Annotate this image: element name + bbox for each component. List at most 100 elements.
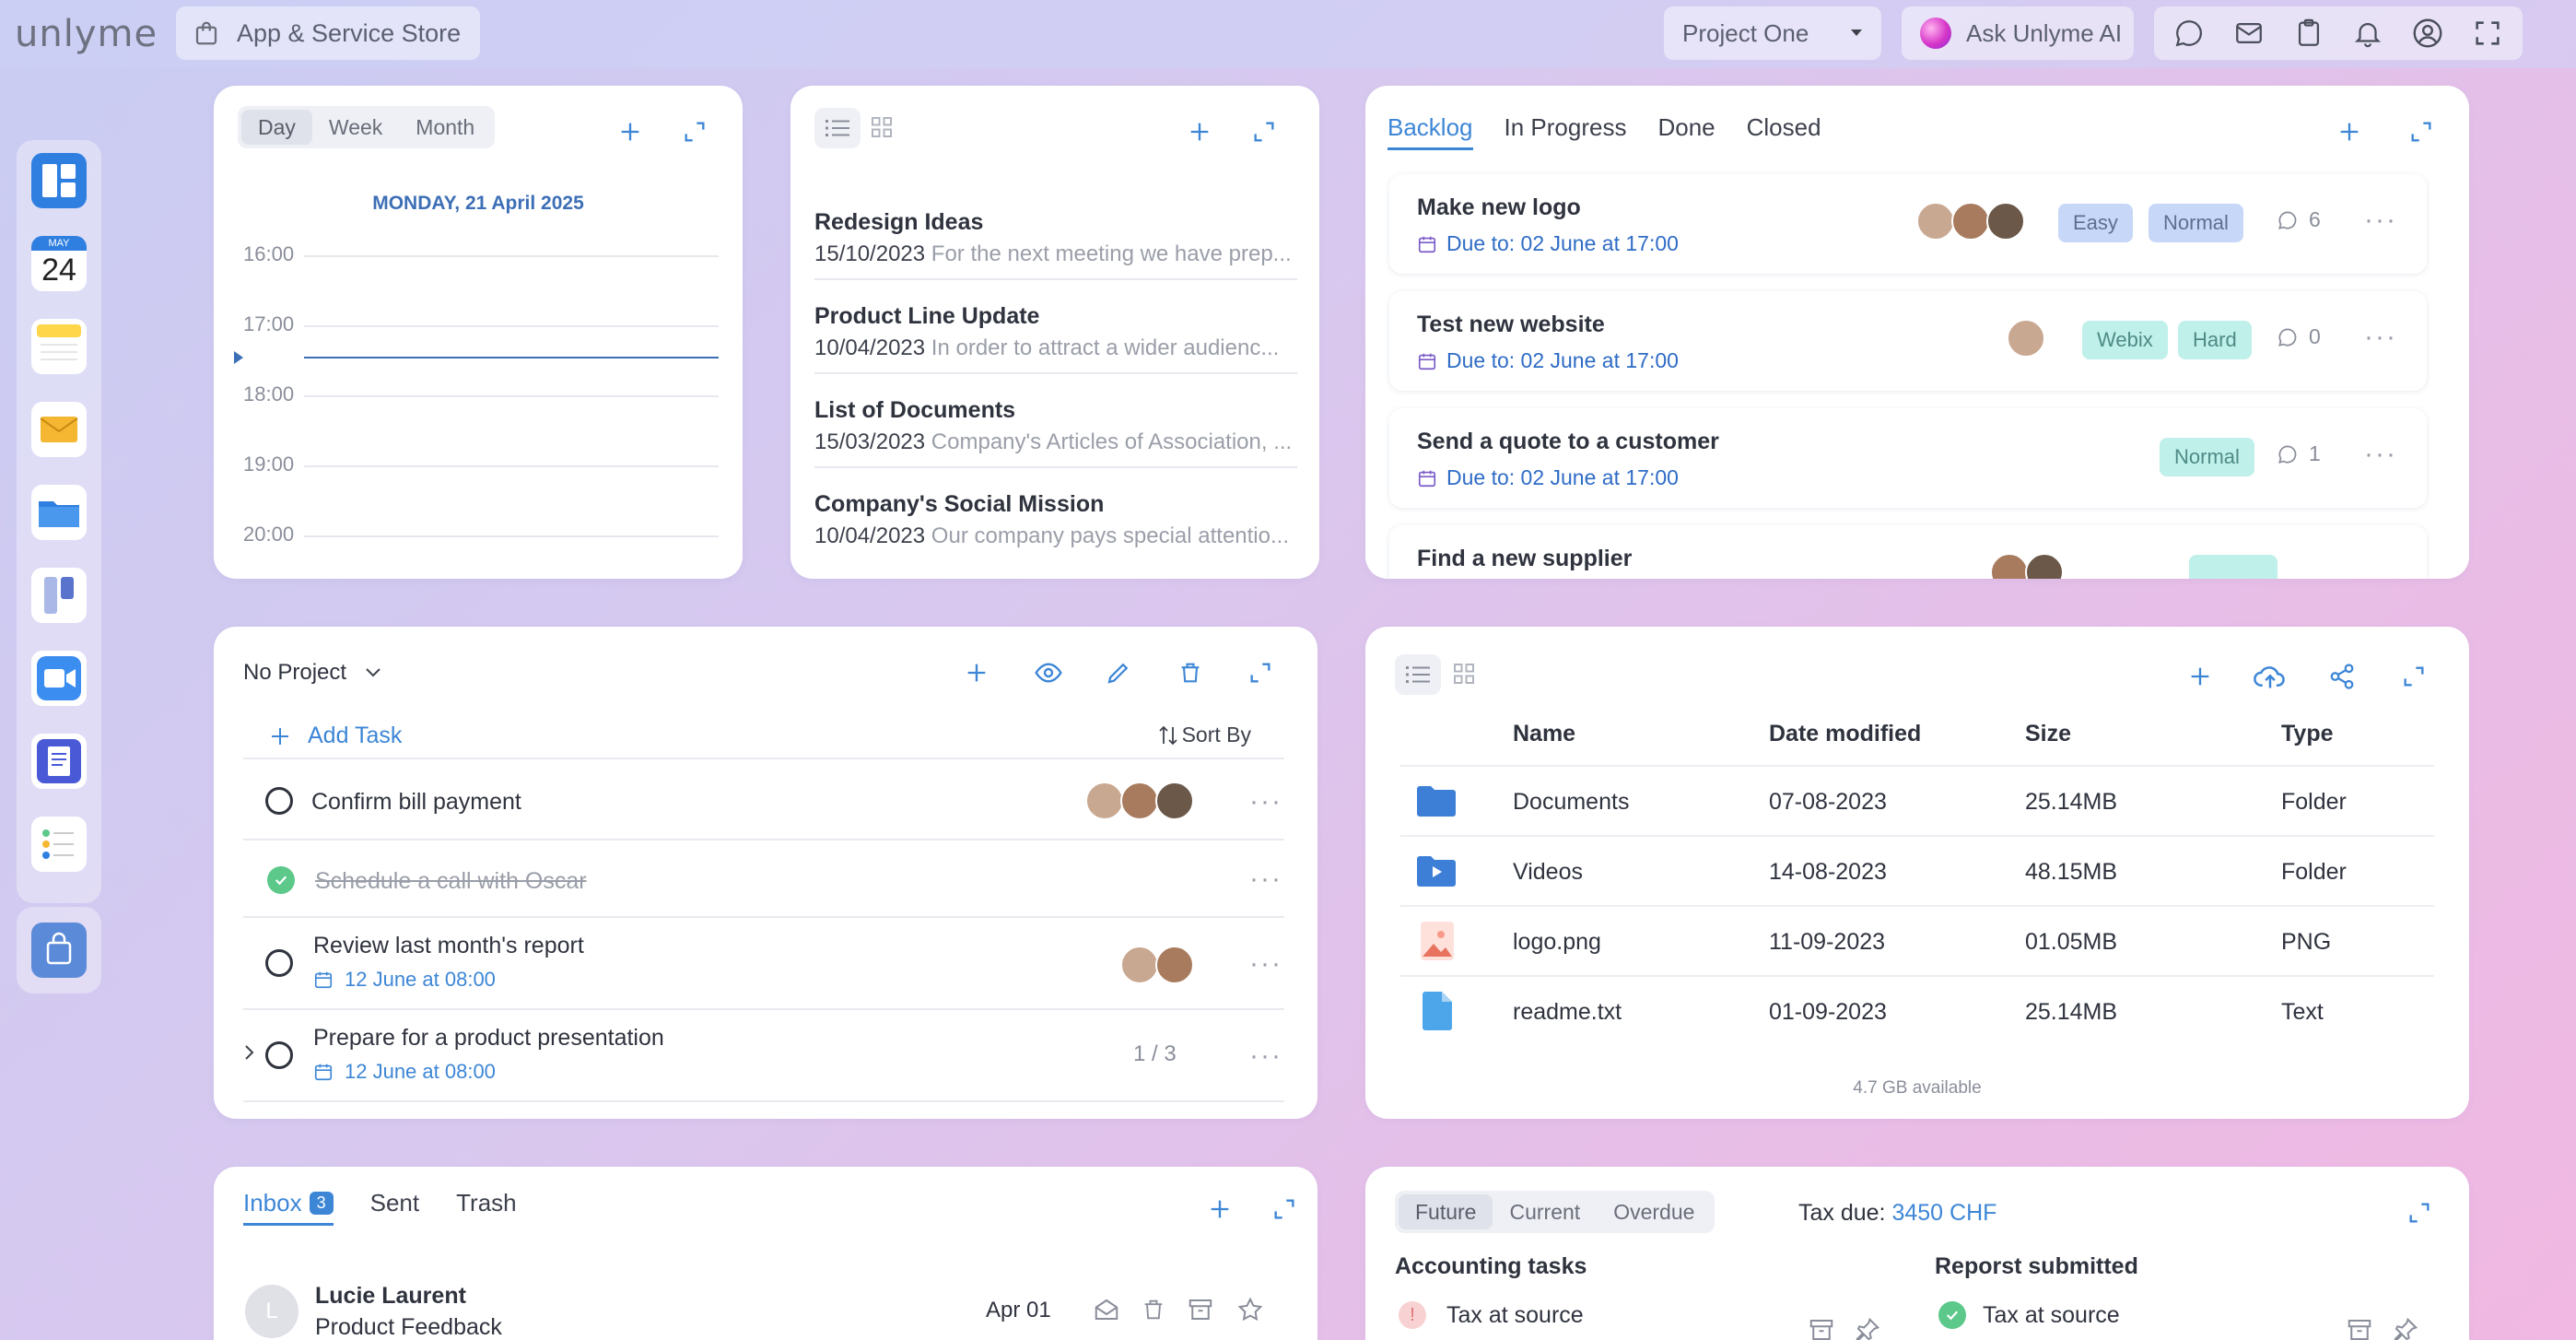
compose-button[interactable] — [1201, 1191, 1238, 1228]
grid-view-icon[interactable] — [868, 113, 896, 141]
view-month-tab[interactable]: Month — [399, 110, 491, 145]
share-icon[interactable] — [2324, 658, 2360, 695]
add-file-button[interactable] — [2182, 658, 2219, 695]
add-task-button[interactable]: Add Task — [269, 723, 402, 749]
file-row[interactable]: logo.png 11-09-2023 01.05MB PNG — [1400, 905, 2434, 975]
tab-current[interactable]: Current — [1493, 1194, 1597, 1229]
file-row[interactable]: Documents 07-08-2023 25.14MB Folder — [1400, 765, 2434, 835]
grid-view-icon[interactable] — [1450, 660, 1478, 688]
more-options-icon[interactable]: ··· — [2364, 441, 2397, 468]
note-item[interactable]: Company's Social Mission 10/04/2023 Our … — [814, 491, 1297, 549]
files-app-icon[interactable] — [31, 485, 87, 540]
task-done-check-icon[interactable] — [267, 866, 295, 894]
task-checkbox[interactable] — [265, 949, 293, 977]
view-day-tab[interactable]: Day — [241, 110, 312, 145]
more-options-icon[interactable]: ··· — [1249, 1042, 1282, 1070]
expand-icon[interactable] — [2401, 1194, 2438, 1231]
comment-count[interactable]: 1 — [2276, 441, 2321, 466]
tab-inbox[interactable]: Inbox 3 — [243, 1189, 334, 1226]
notes-app-icon[interactable] — [31, 319, 87, 374]
add-note-button[interactable] — [1181, 113, 1218, 150]
list-view-icon[interactable] — [1395, 654, 1441, 695]
task-item[interactable]: Prepare for a product presentation 12 Ju… — [243, 1010, 1284, 1102]
clipboard-icon[interactable] — [2290, 15, 2327, 52]
tasks-app-icon[interactable] — [31, 817, 87, 872]
column-date-modified[interactable]: Date modified — [1769, 721, 1921, 747]
archive-icon[interactable] — [1187, 1296, 1214, 1323]
tab-trash[interactable]: Trash — [456, 1189, 517, 1226]
report-item[interactable]: Tax at source — [1938, 1301, 2120, 1329]
trash-icon[interactable] — [1141, 1296, 1166, 1323]
view-week-tab[interactable]: Week — [312, 110, 399, 145]
comment-count[interactable]: 6 — [2276, 207, 2321, 232]
note-item[interactable]: List of Documents 15/03/2023 Company's A… — [814, 397, 1297, 468]
chevron-right-icon[interactable] — [243, 1043, 256, 1062]
list-view-icon[interactable] — [814, 108, 861, 148]
column-size[interactable]: Size — [2025, 721, 2071, 747]
task-item[interactable]: Confirm bill payment ··· — [243, 761, 1284, 840]
pin-icon[interactable] — [2392, 1316, 2419, 1340]
more-options-icon[interactable]: ··· — [1249, 865, 1282, 893]
add-event-button[interactable] — [612, 113, 649, 150]
column-name[interactable]: Name — [1513, 721, 1575, 747]
task-item[interactable]: Review last month's report 12 June at 08… — [243, 918, 1284, 1010]
expand-icon[interactable] — [1246, 113, 1282, 150]
expand-icon[interactable] — [2403, 113, 2440, 150]
trash-icon[interactable] — [1172, 654, 1209, 691]
project-filter[interactable]: No Project — [243, 660, 381, 686]
file-row[interactable]: Videos 14-08-2023 48.15MB Folder — [1400, 835, 2434, 905]
project-select[interactable]: Project One — [1664, 6, 1881, 60]
store-app-icon[interactable] — [31, 923, 87, 978]
tab-future[interactable]: Future — [1399, 1194, 1493, 1229]
tab-backlog[interactable]: Backlog — [1388, 113, 1473, 150]
tab-closed[interactable]: Closed — [1747, 113, 1821, 150]
archive-icon[interactable] — [2346, 1316, 2373, 1340]
expand-icon[interactable] — [2395, 658, 2432, 695]
expand-icon[interactable] — [1242, 654, 1279, 691]
kanban-card[interactable]: Send a quote to a customer Due to: 02 Ju… — [1389, 408, 2427, 508]
more-options-icon[interactable]: ··· — [1249, 788, 1282, 816]
more-options-icon[interactable]: ··· — [2364, 206, 2397, 234]
open-mail-icon[interactable] — [1093, 1296, 1120, 1323]
fullscreen-icon[interactable] — [2469, 15, 2506, 52]
file-row[interactable]: readme.txt 01-09-2023 25.14MB Text — [1400, 975, 2434, 1045]
add-task-icon[interactable] — [958, 654, 995, 691]
bell-icon[interactable] — [2349, 15, 2386, 52]
calendar-app-icon[interactable]: MAY 24 — [31, 236, 87, 291]
tab-sent[interactable]: Sent — [370, 1189, 420, 1226]
note-item[interactable]: Redesign Ideas 15/10/2023 For the next m… — [814, 209, 1297, 280]
expand-icon[interactable] — [1266, 1191, 1303, 1228]
more-options-icon[interactable]: ··· — [1249, 950, 1282, 978]
note-item[interactable]: Product Line Update 10/04/2023 In order … — [814, 303, 1297, 374]
sort-by-button[interactable]: Sort By — [1158, 723, 1251, 747]
column-type[interactable]: Type — [2281, 721, 2334, 747]
star-icon[interactable] — [1236, 1296, 1264, 1323]
task-checkbox[interactable] — [265, 787, 293, 815]
tab-done[interactable]: Done — [1657, 113, 1715, 150]
pin-icon[interactable] — [1854, 1316, 1881, 1340]
ask-ai-button[interactable]: Ask Unlyme AI — [1902, 6, 2134, 60]
dashboard-app-icon[interactable] — [31, 153, 87, 208]
tab-overdue[interactable]: Overdue — [1597, 1194, 1711, 1229]
user-icon[interactable] — [2409, 15, 2446, 52]
add-card-button[interactable] — [2331, 113, 2368, 150]
mail-item[interactable]: L Lucie Laurent Product Feedback Apr 01 — [243, 1283, 1288, 1340]
video-app-icon[interactable] — [31, 651, 87, 706]
mail-app-icon[interactable] — [31, 402, 87, 457]
more-options-icon[interactable]: ··· — [2364, 323, 2397, 351]
task-item[interactable]: Schedule a call with Oscar ··· — [243, 840, 1284, 918]
kanban-app-icon[interactable] — [31, 568, 87, 623]
app-logo[interactable]: unlyme — [15, 13, 158, 55]
edit-icon[interactable] — [1100, 654, 1137, 691]
kanban-card[interactable]: Test new website Due to: 02 June at 17:0… — [1389, 291, 2427, 391]
expand-icon[interactable] — [676, 113, 713, 150]
app-store-button[interactable]: App & Service Store — [176, 6, 480, 60]
eye-icon[interactable] — [1030, 654, 1067, 691]
tab-in-progress[interactable]: In Progress — [1505, 113, 1627, 150]
upload-icon[interactable] — [2252, 658, 2289, 695]
kanban-card[interactable]: Find a new supplier — [1389, 525, 2427, 579]
kanban-card[interactable]: Make new logo Due to: 02 June at 17:00 E… — [1389, 174, 2427, 274]
comment-count[interactable]: 0 — [2276, 324, 2321, 349]
mail-icon[interactable] — [2231, 15, 2267, 52]
archive-icon[interactable] — [1808, 1316, 1835, 1340]
